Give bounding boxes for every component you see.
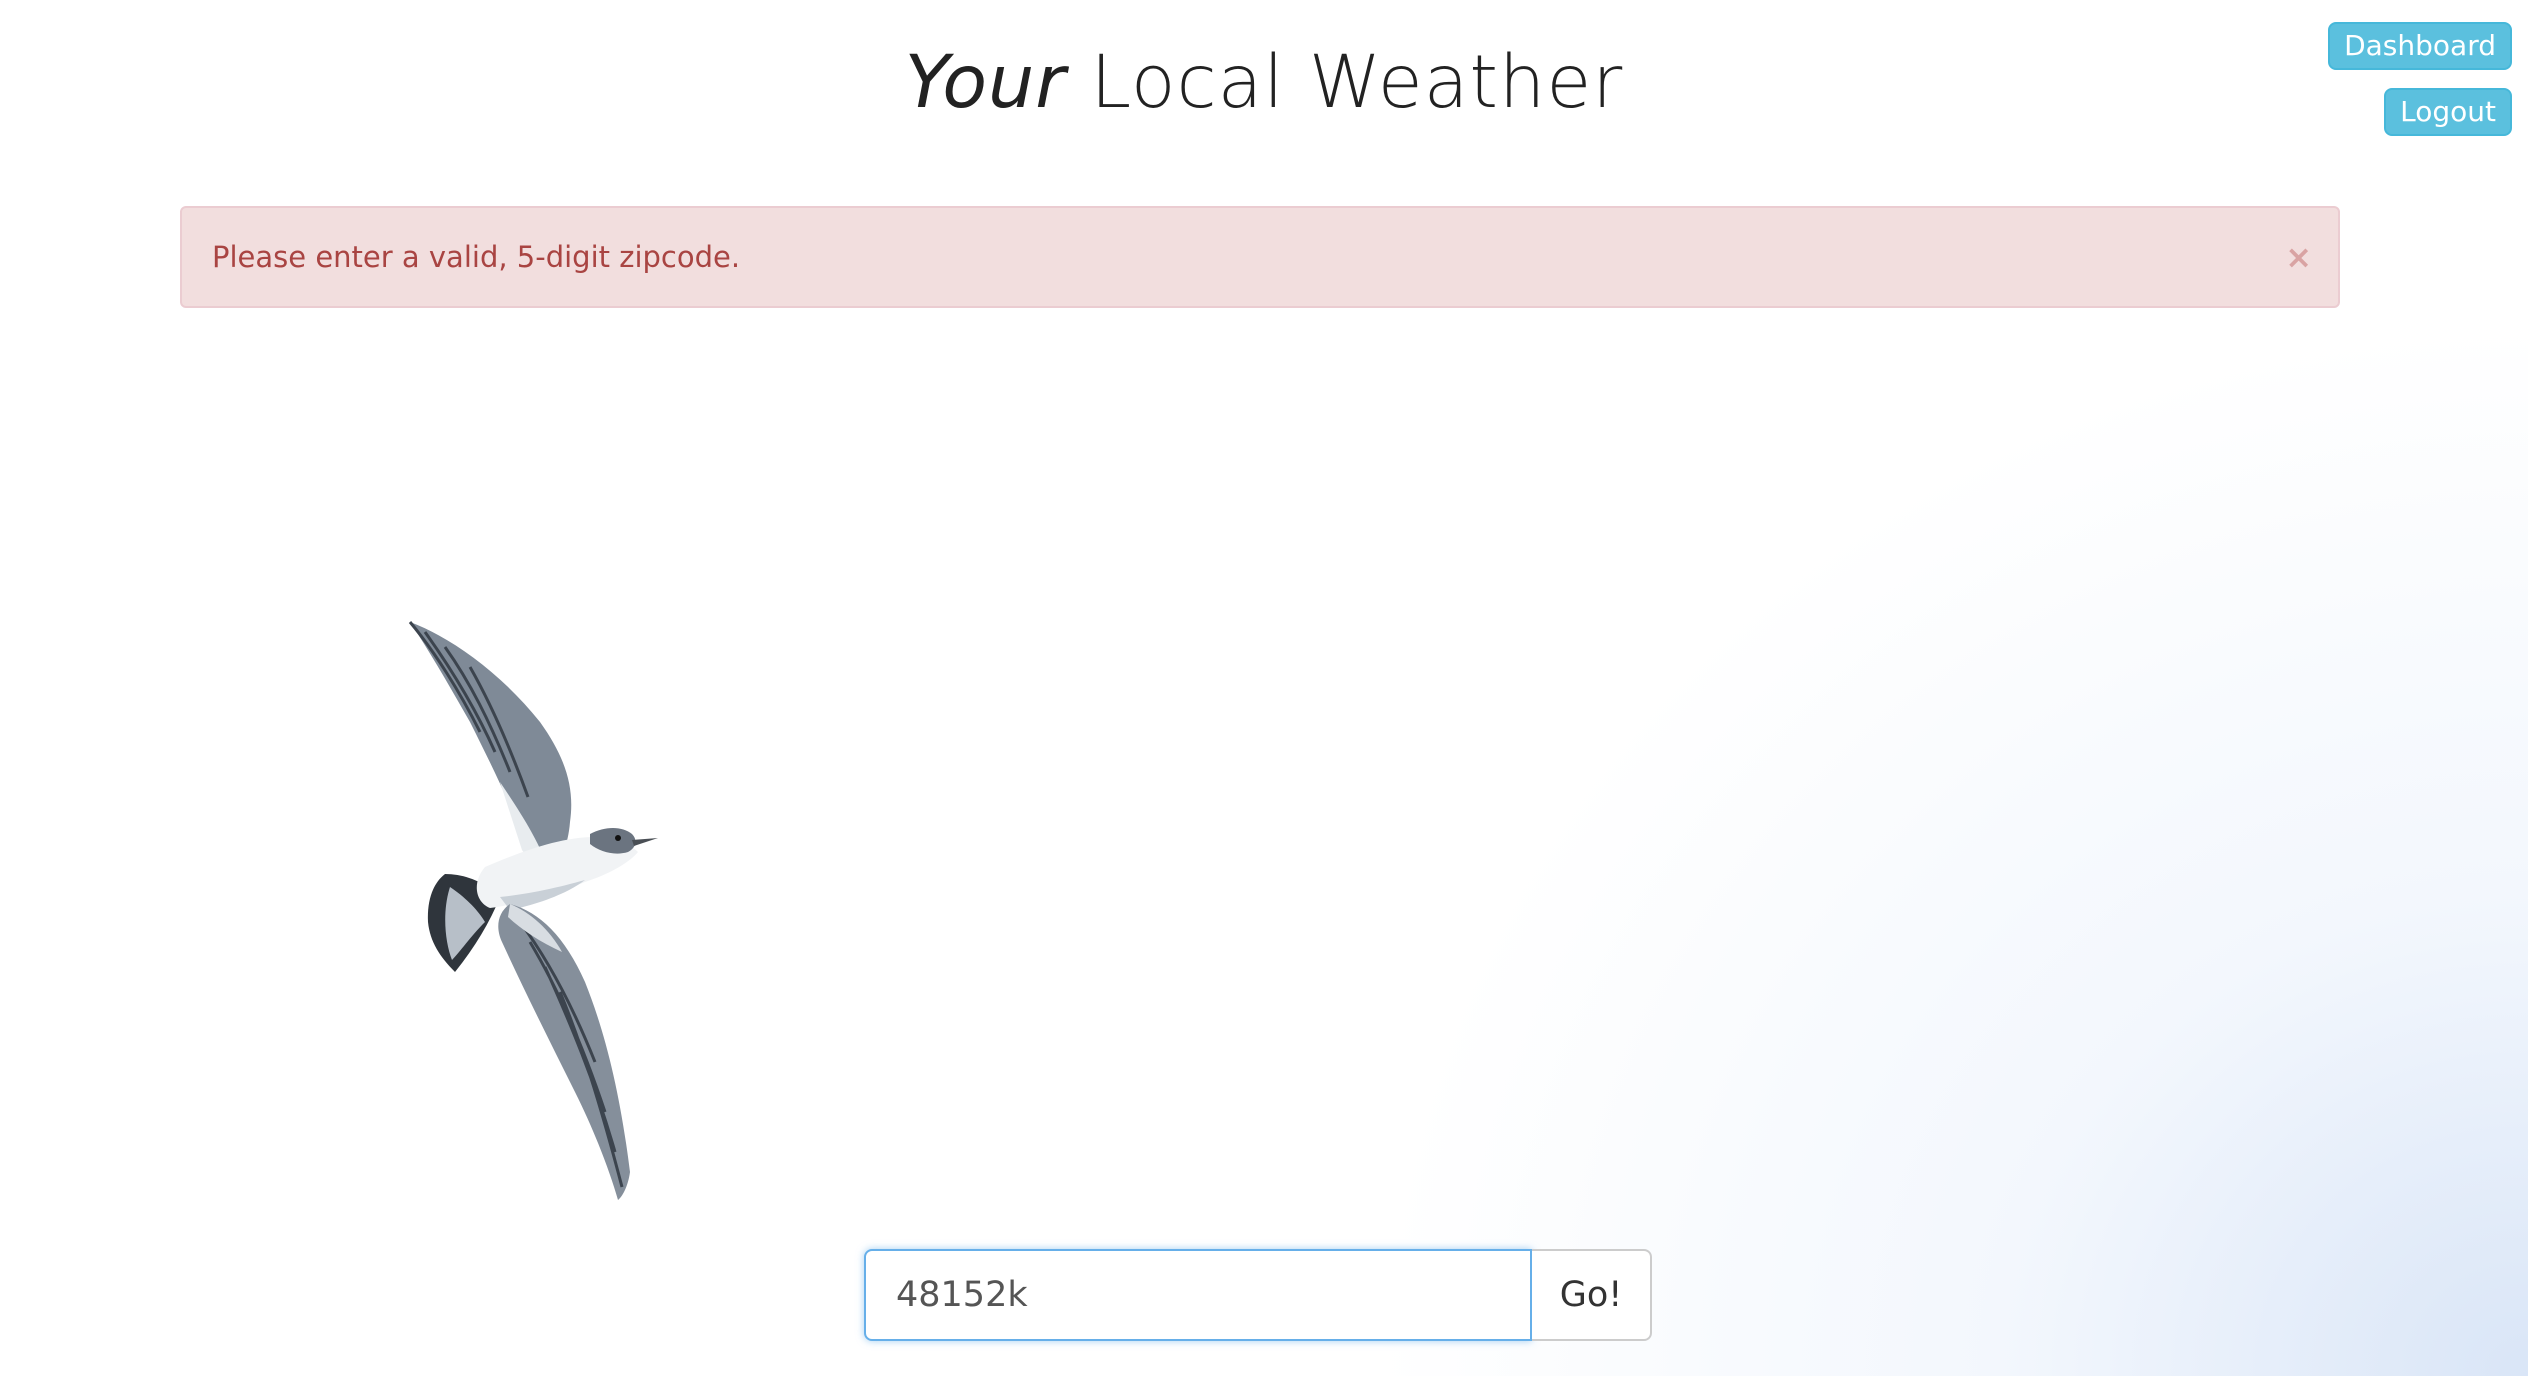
seagull-illustration	[408, 621, 658, 1200]
dashboard-button[interactable]: Dashboard	[2328, 22, 2512, 70]
zip-input[interactable]	[864, 1249, 1532, 1341]
alert-close-button[interactable]: ×	[2285, 241, 2312, 273]
page-title: Your Local Weather	[0, 38, 2528, 128]
error-alert-message: Please enter a valid, 5-digit zipcode.	[212, 240, 741, 274]
go-button[interactable]: Go!	[1532, 1249, 1652, 1341]
page-title-emphasis: Your	[904, 40, 1067, 125]
logout-button[interactable]: Logout	[2384, 88, 2512, 136]
zip-search-form: Go!	[864, 1249, 1652, 1341]
page-title-rest: Local Weather	[1066, 40, 1624, 125]
error-alert: Please enter a valid, 5-digit zipcode. ×	[180, 206, 2340, 308]
